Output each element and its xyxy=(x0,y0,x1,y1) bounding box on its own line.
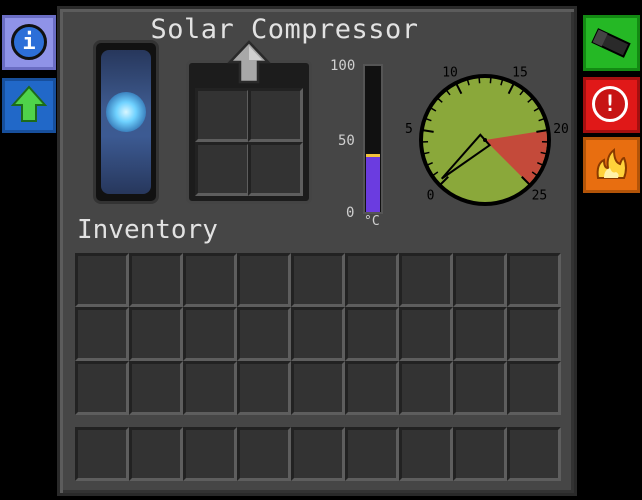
inventory-slot[interactable] xyxy=(399,253,453,307)
inventory-slot[interactable] xyxy=(237,307,291,361)
inventory-slot[interactable] xyxy=(399,307,453,361)
thermometer-fill xyxy=(366,154,380,212)
input-slot[interactable] xyxy=(195,88,250,142)
inventory-slot[interactable] xyxy=(75,253,129,307)
hotbar-slot[interactable] xyxy=(237,427,291,481)
inventory-slot[interactable] xyxy=(183,253,237,307)
tab-info[interactable]: i xyxy=(2,15,56,70)
inventory-slot[interactable] xyxy=(507,307,561,361)
thermometer-label-mid: 50 xyxy=(338,133,355,149)
inventory-slot[interactable] xyxy=(345,307,399,361)
flame-icon xyxy=(596,147,627,179)
inventory-slot[interactable] xyxy=(507,361,561,415)
inventory-slot[interactable] xyxy=(237,361,291,415)
tab-upgrade[interactable] xyxy=(2,78,56,133)
inventory-slot[interactable] xyxy=(129,253,183,307)
hotbar xyxy=(75,427,561,481)
tab-alert[interactable]: ! xyxy=(583,77,640,133)
gauge-label: 0 xyxy=(427,188,435,203)
insert-arrow-icon xyxy=(227,40,271,84)
inventory-slot[interactable] xyxy=(183,361,237,415)
pressure-gauge: 0 5 10 15 20 25 xyxy=(405,65,569,206)
inventory-slot[interactable] xyxy=(399,361,453,415)
inventory-slot[interactable] xyxy=(291,307,345,361)
inventory-grid xyxy=(75,253,561,415)
info-glyph: i xyxy=(22,29,36,55)
hotbar-slot[interactable] xyxy=(129,427,183,481)
hotbar-slot[interactable] xyxy=(291,427,345,481)
inventory-slot[interactable] xyxy=(291,361,345,415)
input-slot[interactable] xyxy=(248,88,303,142)
inventory-slot[interactable] xyxy=(237,253,291,307)
inventory-slot[interactable] xyxy=(183,307,237,361)
inventory-slot[interactable] xyxy=(453,361,507,415)
inventory-slot[interactable] xyxy=(345,361,399,415)
gauge-tick xyxy=(478,76,481,84)
inventory-slot[interactable] xyxy=(507,253,561,307)
sun-glow-icon xyxy=(106,92,146,132)
inventory-slot[interactable] xyxy=(129,361,183,415)
gauge-label: 20 xyxy=(553,122,569,137)
inventory-slot[interactable] xyxy=(453,253,507,307)
inventory-slot[interactable] xyxy=(75,307,129,361)
inventory-slot[interactable] xyxy=(453,307,507,361)
tab-redstone-control[interactable] xyxy=(583,15,640,71)
hotbar-slot[interactable] xyxy=(345,427,399,481)
gauge-tick xyxy=(489,76,492,84)
redstone-torch-icon xyxy=(591,28,631,58)
gauge-label: 15 xyxy=(512,65,528,80)
hotbar-slot[interactable] xyxy=(399,427,453,481)
thermometer-label-max: 100 xyxy=(330,58,356,74)
inventory-slot[interactable] xyxy=(75,361,129,415)
hotbar-slot[interactable] xyxy=(507,427,561,481)
hotbar-slot[interactable] xyxy=(453,427,507,481)
alert-glyph: ! xyxy=(603,91,617,117)
inventory-slot[interactable] xyxy=(345,253,399,307)
inventory-slot[interactable] xyxy=(129,307,183,361)
inventory-label: Inventory xyxy=(77,215,218,245)
hotbar-slot[interactable] xyxy=(75,427,129,481)
hotbar-slot[interactable] xyxy=(183,427,237,481)
gauge-pivot xyxy=(483,138,487,142)
gauge-label: 25 xyxy=(532,188,548,203)
arrow-up-icon xyxy=(10,85,48,122)
input-slot[interactable] xyxy=(195,142,250,196)
inventory-slot[interactable] xyxy=(291,253,345,307)
info-icon: i xyxy=(11,24,47,60)
tab-heat[interactable] xyxy=(583,137,640,193)
thermometer-marker xyxy=(366,154,380,157)
gauge-label: 10 xyxy=(442,65,458,80)
gauge-label: 5 xyxy=(405,122,413,137)
temperature-unit: °C xyxy=(364,214,380,229)
alert-icon: ! xyxy=(592,86,628,122)
thermometer-label-min: 0 xyxy=(346,205,355,221)
input-slot[interactable] xyxy=(248,142,303,196)
